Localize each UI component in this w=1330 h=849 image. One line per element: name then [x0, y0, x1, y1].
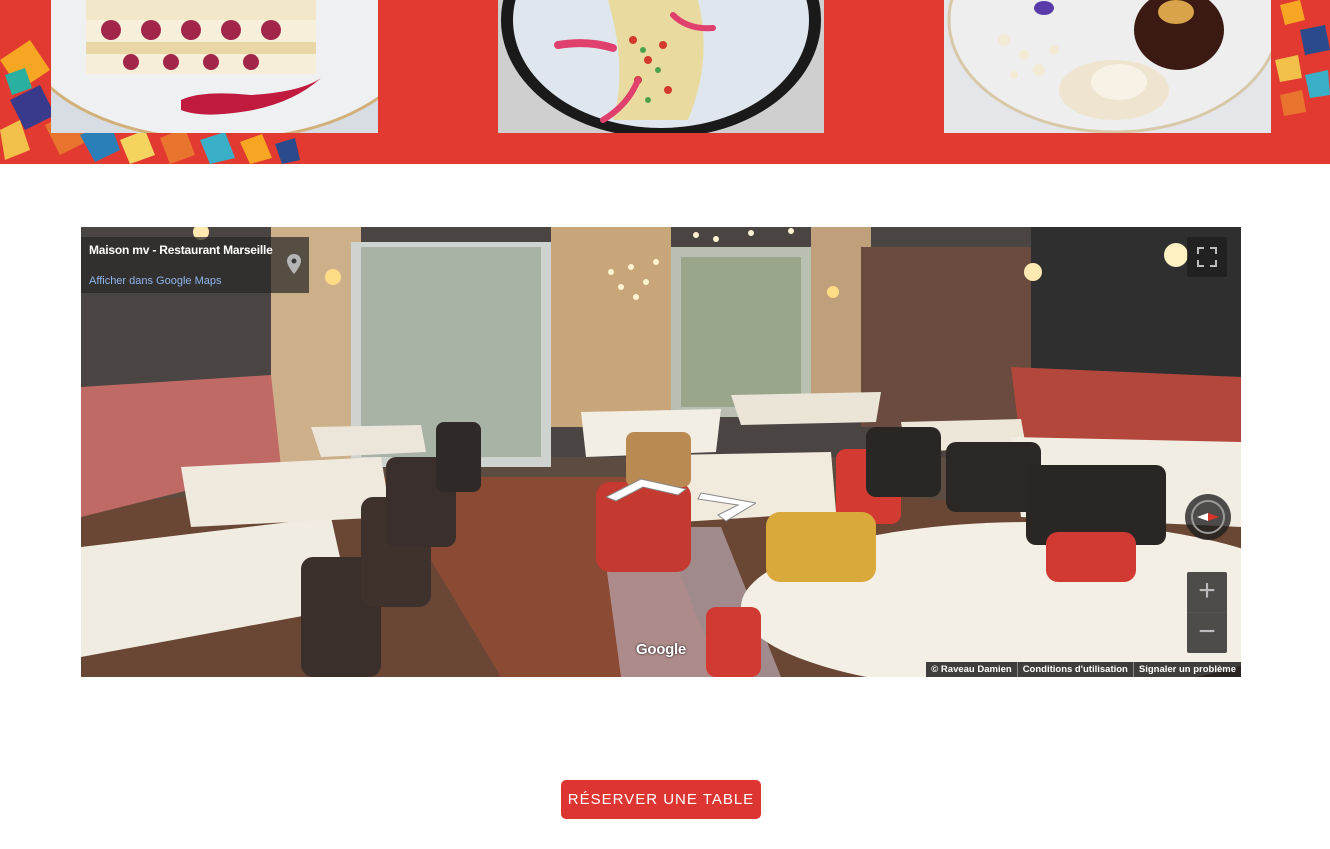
zoom-in-button[interactable]: + — [1187, 572, 1227, 612]
mosaic-pattern-right — [1275, 0, 1330, 116]
dish-photo-dessert — [944, 0, 1271, 133]
map-pin-icon[interactable] — [287, 254, 301, 274]
navigation-arrow-icon[interactable] — [606, 477, 756, 527]
open-in-google-maps-link[interactable]: Afficher dans Google Maps — [89, 275, 221, 287]
zoom-control: + − — [1187, 572, 1227, 653]
dish-photo-banner — [0, 0, 1330, 164]
restaurant-interior-scene — [81, 227, 1241, 677]
photo-credit: © Raveau Damien — [931, 664, 1012, 675]
fullscreen-icon — [1197, 247, 1217, 267]
google-logo: Google — [636, 641, 686, 658]
place-info-box: Maison mv - Restaurant Marseille Affiche… — [81, 237, 309, 293]
fullscreen-button[interactable] — [1187, 237, 1227, 277]
compass-icon — [1191, 500, 1225, 534]
place-name: Maison mv - Restaurant Marseille — [89, 243, 273, 257]
terms-of-use-link[interactable]: Conditions d'utilisation — [1016, 662, 1133, 677]
street-view-panorama[interactable]: Maison mv - Restaurant Marseille Affiche… — [81, 227, 1241, 677]
zoom-out-button[interactable]: − — [1187, 613, 1227, 653]
dish-photo-tartare — [498, 0, 824, 133]
compass-button[interactable] — [1185, 494, 1231, 540]
report-problem-link[interactable]: Signaler un problème — [1132, 662, 1241, 677]
reserve-table-button[interactable]: RÉSERVER UNE TABLE — [561, 780, 761, 819]
street-view-footer: © Raveau Damien Conditions d'utilisation… — [926, 662, 1241, 677]
dish-photo-millefeuille — [51, 0, 378, 133]
